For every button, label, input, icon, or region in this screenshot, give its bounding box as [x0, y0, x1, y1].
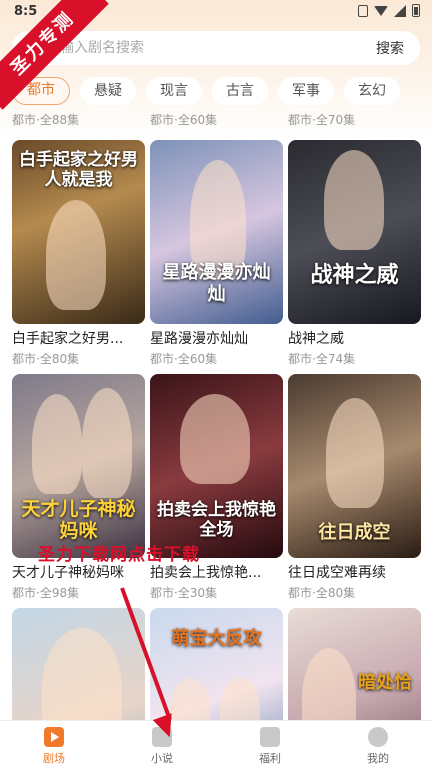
drama-card[interactable]: 天才儿子神秘妈咪 天才儿子神秘妈咪 都市·全98集	[12, 374, 145, 601]
card-title[interactable]: 往日成空难再续	[288, 562, 421, 582]
nav-label: 我的	[367, 752, 389, 765]
card-title[interactable]: 拍卖会上我惊艳...	[150, 562, 283, 582]
status-time: 8:5	[14, 4, 38, 19]
card-meta: 都市·全60集	[150, 352, 218, 366]
drama-poster[interactable]: 星路漫漫亦灿灿	[150, 140, 283, 324]
poster-figure	[82, 388, 132, 498]
tab-xuanhuan[interactable]: 玄幻	[344, 77, 400, 105]
signal-icon	[394, 4, 406, 17]
vibrate-icon	[358, 4, 368, 17]
drama-poster[interactable]: 萌宝大反攻	[150, 608, 283, 720]
previous-row-meta: 都市·全88集 都市·全60集 都市·全70集	[0, 110, 432, 128]
poster-title: 拍卖会上我惊艳全场	[157, 500, 276, 540]
poster-figure	[302, 648, 356, 720]
poster-figure	[32, 394, 82, 494]
drama-card[interactable]	[12, 608, 145, 720]
drama-card[interactable]: 拍卖会上我惊艳全场 拍卖会上我惊艳... 都市·全30集	[150, 374, 283, 601]
poster-title: 战神之威	[310, 262, 399, 288]
drama-card[interactable]: 白手起家之好男人就是我 白手起家之好男... 都市·全80集	[12, 140, 145, 367]
poster-title: 天才儿子神秘妈咪	[21, 498, 136, 542]
card-title[interactable]: 白手起家之好男...	[12, 328, 145, 348]
drama-poster[interactable]: 往日成空	[288, 374, 421, 558]
bottom-nav: 剧场 小说 福利 我的	[0, 720, 432, 768]
drama-poster[interactable]: 天才儿子神秘妈咪	[12, 374, 145, 558]
poster-figure	[46, 200, 106, 310]
drama-card[interactable]: 往日成空 往日成空难再续 都市·全80集	[288, 374, 421, 601]
poster-title: 星路漫漫亦灿灿	[162, 262, 271, 305]
drama-poster[interactable]: 战神之威	[288, 140, 421, 324]
nav-label: 小说	[151, 752, 173, 765]
card-meta: 都市·全60集	[150, 113, 218, 127]
drama-card[interactable]: 战神之威 战神之威 都市·全74集	[288, 140, 421, 367]
drama-poster[interactable]: 拍卖会上我惊艳全场	[150, 374, 283, 558]
drama-card[interactable]: 暗处恰	[288, 608, 421, 720]
drama-card[interactable]: 星路漫漫亦灿灿 星路漫漫亦灿灿 都市·全60集	[150, 140, 283, 367]
nav-label: 福利	[259, 752, 281, 765]
poster-title: 往日成空	[318, 522, 391, 543]
nav-welfare[interactable]: 福利	[216, 721, 324, 768]
card-meta: 都市·全74集	[288, 352, 356, 366]
battery-icon	[412, 4, 420, 17]
drama-card[interactable]: 萌宝大反攻	[150, 608, 283, 720]
drama-poster[interactable]: 暗处恰	[288, 608, 421, 720]
tab-guyan[interactable]: 古言	[212, 77, 268, 105]
tab-junshi[interactable]: 军事	[278, 77, 334, 105]
tab-xianyan[interactable]: 现言	[146, 77, 202, 105]
poster-figure	[170, 678, 210, 720]
poster-figure	[42, 628, 122, 720]
nav-theater[interactable]: 剧场	[0, 721, 108, 768]
card-meta: 都市·全30集	[150, 586, 218, 600]
poster-figure	[180, 394, 250, 484]
card-meta: 都市·全80集	[12, 352, 80, 366]
drama-poster[interactable]	[12, 608, 145, 720]
wifi-icon	[374, 5, 388, 16]
card-meta: 都市·全80集	[288, 586, 356, 600]
tab-xuanyi[interactable]: 悬疑	[80, 77, 136, 105]
poster-title: 白手起家之好男人就是我	[19, 150, 138, 190]
nav-profile[interactable]: 我的	[324, 721, 432, 768]
poster-title: 暗处恰	[358, 672, 412, 693]
nav-label: 剧场	[43, 752, 65, 765]
poster-title: 萌宝大反攻	[171, 628, 262, 649]
card-title[interactable]: 战神之威	[288, 328, 421, 348]
category-tabs: 都市 悬疑 现言 古言 军事 玄幻	[12, 77, 432, 107]
drama-poster[interactable]: 白手起家之好男人就是我	[12, 140, 145, 324]
watermark-overlay: 圣力下载网点击下载	[38, 545, 200, 565]
card-title[interactable]: 星路漫漫亦灿灿	[150, 328, 283, 348]
profile-icon	[368, 727, 388, 747]
card-meta: 都市·全88集	[12, 113, 80, 127]
poster-figure	[324, 150, 384, 250]
card-title[interactable]: 天才儿子神秘妈咪	[12, 562, 145, 582]
status-icons	[358, 4, 420, 17]
gift-icon	[260, 727, 280, 747]
poster-figure	[326, 398, 384, 508]
poster-figure	[220, 678, 260, 720]
search-button[interactable]: 搜索	[360, 38, 420, 58]
theater-icon	[44, 727, 64, 747]
card-meta: 都市·全70集	[288, 113, 356, 127]
drama-grid: 都市·全88集 都市·全60集 都市·全70集 白手起家之好男人就是我 白手起家…	[0, 110, 432, 720]
